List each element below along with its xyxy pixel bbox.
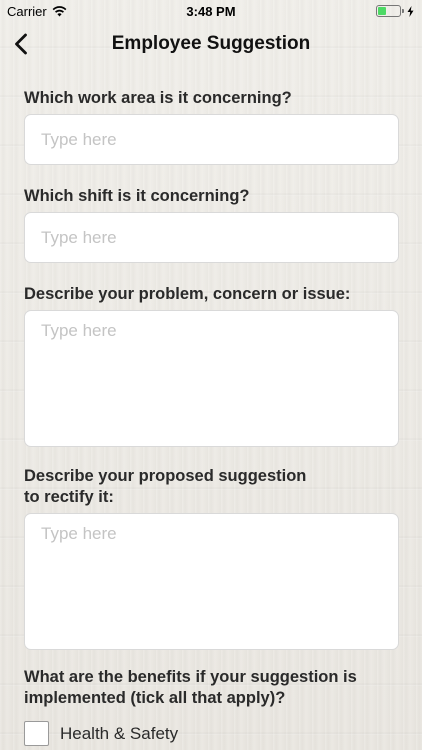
battery-icon	[376, 5, 404, 17]
battery-level	[378, 7, 387, 15]
status-right	[376, 5, 414, 17]
back-button[interactable]	[8, 30, 34, 58]
suggestion-textarea[interactable]	[24, 513, 399, 650]
nav-bar: Employee Suggestion	[0, 22, 422, 66]
wifi-icon	[52, 5, 67, 16]
work-area-label: Which work area is it concerning?	[24, 89, 292, 107]
chevron-left-icon	[15, 33, 27, 55]
suggestion-label: Describe your proposed suggestion to rec…	[24, 466, 399, 508]
shift-label: Which shift is it concerning?	[24, 187, 250, 205]
bolt-icon	[407, 5, 414, 17]
benefits-label-line1: What are the benefits if your suggestion…	[24, 668, 357, 686]
problem-label: Describe your problem, concern or issue:	[24, 285, 351, 303]
shift-input[interactable]	[24, 212, 399, 263]
work-area-input[interactable]	[24, 114, 399, 165]
suggestion-label-line1: Describe your proposed suggestion	[24, 467, 307, 485]
suggestion-form: Which work area is it concerning? Which …	[0, 66, 422, 746]
carrier-label: Carrier	[7, 3, 47, 19]
benefits-label-line2: implemented (tick all that apply)?	[24, 689, 286, 707]
benefits-label: What are the benefits if your suggestion…	[24, 667, 399, 709]
problem-textarea[interactable]	[24, 310, 399, 447]
status-left: Carrier	[7, 4, 67, 19]
suggestion-label-line2: to rectify it:	[24, 488, 114, 506]
health-safety-checkbox[interactable]	[24, 721, 49, 746]
page-title: Employee Suggestion	[111, 33, 311, 54]
status-bar: Carrier 3:48 PM	[0, 0, 422, 22]
option-health-safety[interactable]: Health & Safety	[24, 721, 399, 746]
health-safety-label: Health & Safety	[60, 723, 179, 743]
